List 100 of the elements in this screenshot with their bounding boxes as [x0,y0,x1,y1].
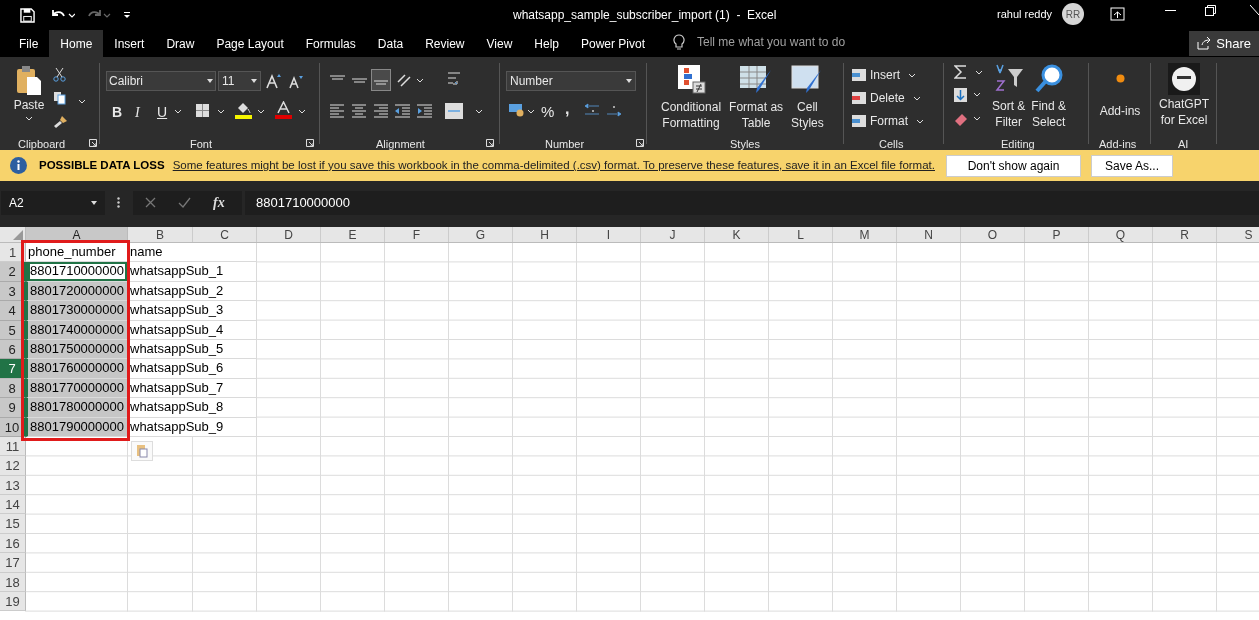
currency-icon[interactable] [508,102,525,117]
close-icon[interactable] [1250,5,1259,16]
message-bar-button[interactable]: Don't show again [946,154,1081,177]
italic-button[interactable]: I [135,102,140,123]
column-header[interactable]: J [641,227,705,242]
percent-button[interactable]: % [541,101,555,124]
caret-icon[interactable] [527,109,535,114]
bold-button[interactable]: B [112,102,123,123]
align-right-icon[interactable] [374,104,388,118]
ribbon-tab[interactable]: File [8,30,50,57]
caret-icon[interactable] [257,109,265,114]
ribbon-tab[interactable]: Page Layout [205,30,295,57]
scissors-icon[interactable] [53,67,66,82]
name-box[interactable]: A2 [1,190,105,215]
row-header[interactable]: 12 [0,456,26,476]
ribbon-tab[interactable]: View [475,30,524,57]
column-header[interactable]: S [1217,227,1259,242]
save-icon[interactable] [20,7,35,23]
ribbon-tab[interactable]: Insert [103,30,156,57]
font-name-dropdown[interactable]: Calibri [106,71,216,91]
customize-toolbar-icon[interactable] [123,11,131,19]
enter-icon[interactable] [178,197,191,208]
ribbon-tab[interactable]: Formulas [294,30,367,57]
row-header[interactable]: 17 [0,553,26,573]
ribbon-tab[interactable]: Help [523,30,570,57]
formula-input[interactable]: 8801710000000 [245,190,1259,215]
column-header[interactable]: K [705,227,769,242]
column-header[interactable]: M [833,227,897,242]
borders-icon[interactable] [195,103,210,118]
row-header[interactable]: 13 [0,475,26,496]
row-header[interactable]: 15 [0,514,26,534]
column-header[interactable]: H [513,227,577,242]
align-top-icon[interactable] [330,75,345,83]
add-ins-button[interactable]: Add-ins [1093,69,1147,120]
search-field[interactable]: Tell me what you want to do [697,33,846,51]
paste-button[interactable]: Paste [10,65,48,121]
align-center-icon[interactable] [352,104,366,118]
align-bottom-button[interactable] [371,69,391,91]
column-header[interactable]: Q [1089,227,1153,242]
column-header[interactable]: G [449,227,513,242]
row-header[interactable]: 19 [0,592,26,612]
column-header[interactable]: D [257,227,321,242]
column-header[interactable]: C [193,227,257,242]
font-color-icon[interactable] [275,101,292,119]
cells-button[interactable]: Format [852,111,943,131]
dialog-launcher-icon[interactable] [306,139,314,147]
font-size-dropdown[interactable]: 11 [218,71,261,91]
row-header[interactable]: 14 [0,495,26,515]
row-header[interactable]: 7 [0,359,26,379]
increase-decimal-icon[interactable] [584,102,600,118]
column-header[interactable]: P [1025,227,1089,242]
row-header[interactable]: 1 [0,243,26,263]
caret-icon[interactable] [475,109,483,114]
number-format-dropdown[interactable]: Number [506,71,636,91]
cells-button[interactable]: Delete [852,88,943,108]
column-header[interactable]: E [321,227,385,242]
comma-button[interactable]: , [565,97,570,121]
ribbon-tab[interactable]: Data [366,30,415,57]
column-header[interactable]: R [1153,227,1217,242]
column-header[interactable]: F [385,227,449,242]
sort-filter-button[interactable]: Sort & Filter [992,63,1026,130]
column-header[interactable]: I [577,227,641,242]
fill-color-icon[interactable] [235,100,252,119]
cells-button[interactable]: Insert [852,65,943,85]
increase-font-size-icon[interactable] [266,73,282,89]
conditional-formatting-button[interactable]: Conditional Formatting [659,64,724,131]
align-middle-icon[interactable] [352,76,367,84]
column-header[interactable]: O [961,227,1025,242]
sum-icon[interactable] [954,65,984,79]
copy-icon[interactable] [53,91,67,105]
row-header[interactable]: 18 [0,572,26,593]
dialog-launcher-icon[interactable] [636,139,644,147]
eraser-icon[interactable] [954,112,982,126]
lightbulb-icon[interactable] [673,34,686,51]
ribbon-tab[interactable]: Home [49,30,104,57]
insert-function-button[interactable]: fx [213,192,225,213]
find-select-button[interactable]: Find & Select [1031,63,1067,130]
column-header[interactable]: B [128,227,193,242]
column-header[interactable]: N [897,227,961,242]
paintbrush-icon[interactable] [53,115,68,129]
caret-icon[interactable] [298,109,306,114]
ribbon-display-icon[interactable] [1110,7,1125,21]
row-header[interactable]: 9 [0,398,26,418]
message-link[interactable]: Some features might be lost if you save this workbook in the comma-delimited (.csv) format. To preserve these features, save it in an Excel file format. [172,156,935,175]
minimize-icon[interactable] [1165,10,1176,12]
row-header[interactable]: 2 [0,262,26,282]
row-header[interactable]: 16 [0,533,26,554]
caret-icon[interactable] [78,99,86,104]
column-header[interactable]: L [769,227,833,242]
format-as-table-button[interactable]: Format as Table [727,64,786,131]
ribbon-tab[interactable]: Review [414,30,476,57]
restore-icon[interactable] [1205,5,1216,16]
cancel-icon[interactable] [145,197,156,208]
more-icon[interactable] [117,197,120,208]
ribbon-tab[interactable]: Draw [155,30,206,57]
decrease-indent-icon[interactable] [395,104,410,118]
share-button[interactable]: Share [1189,31,1259,56]
align-left-icon[interactable] [330,104,344,118]
caret-icon[interactable] [174,109,182,114]
ribbon-tab[interactable]: Power Pivot [570,30,657,57]
